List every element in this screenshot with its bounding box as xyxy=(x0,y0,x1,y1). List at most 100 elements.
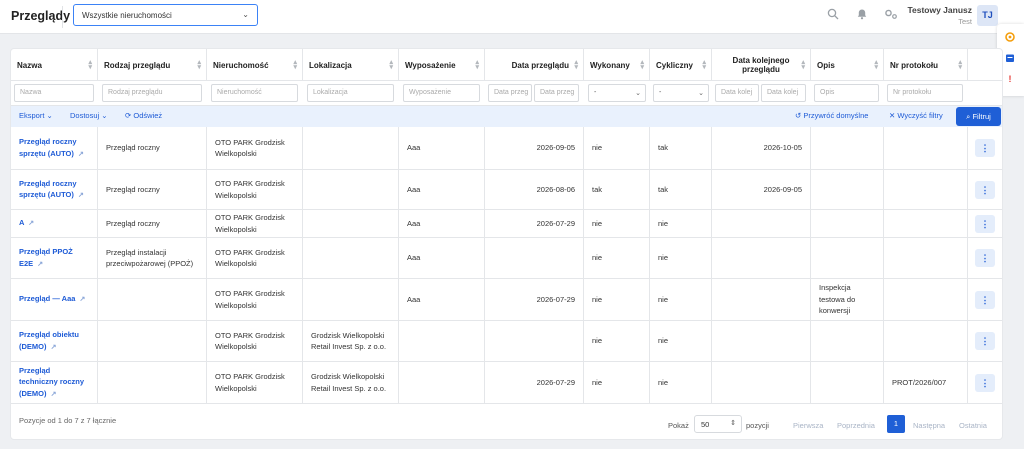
row-type: Przegląd roczny xyxy=(98,170,207,209)
filter-description-input[interactable]: Opis xyxy=(814,84,879,102)
row-date: 2026-07-29 xyxy=(485,210,584,237)
row-protocol xyxy=(884,170,968,209)
restore-defaults-button[interactable]: ↺ Przywróć domyślne xyxy=(795,111,868,120)
row-name-link[interactable]: A ↗ xyxy=(11,210,98,237)
row-actions-button[interactable]: ⋮ xyxy=(975,374,995,392)
filter-location-input[interactable]: Lokalizacja xyxy=(307,84,394,102)
page-next-button[interactable]: Następna xyxy=(913,421,945,430)
row-type: Przegląd roczny xyxy=(98,210,207,237)
property-select[interactable]: Wszystkie nieruchomości ⌄ xyxy=(73,4,258,26)
table-row: Przegląd — Aaa ↗ OTO PARK Grodzisk Wielk… xyxy=(11,279,1002,321)
filter-cyclic-select[interactable]: - ⌄ xyxy=(653,84,709,102)
sort-icon: ▴ ▾ xyxy=(197,59,201,71)
col-header-name[interactable]: Nazwa ▴ ▾ xyxy=(11,49,98,81)
row-cyclic: nie xyxy=(650,321,712,361)
top-bar: Przeglądy Wszystkie nieruchomości ⌄ Test… xyxy=(0,0,1024,34)
pagination-info: Pozycje od 1 do 7 z 7 łącznie xyxy=(19,416,117,425)
row-actions-button[interactable]: ⋮ xyxy=(975,181,995,199)
row-date: 2026-07-29 xyxy=(485,279,584,320)
filter-name-input[interactable]: Nazwa xyxy=(14,84,94,102)
row-type: Przegląd instalacji przeciwpożarowej (PP… xyxy=(98,238,207,278)
row-protocol: PROT/2026/007 xyxy=(884,362,968,403)
table-row: Przegląd roczny sprzętu (AUTO) ↗ Przeglą… xyxy=(11,127,1002,170)
page-last-button[interactable]: Ostatnia xyxy=(959,421,987,430)
calendar-icon[interactable] xyxy=(1005,53,1015,63)
customize-button[interactable]: Dostosuj ⌄ xyxy=(70,111,108,120)
row-description xyxy=(811,238,884,278)
filter-protocol-input[interactable]: Nr protokołu xyxy=(887,84,963,102)
gears-icon[interactable] xyxy=(884,8,898,22)
row-equipment: Aaa xyxy=(399,210,485,237)
row-actions-button[interactable]: ⋮ xyxy=(975,215,995,233)
bell-icon[interactable] xyxy=(855,8,869,22)
sort-icon: ▴ ▾ xyxy=(958,59,962,71)
search-icon[interactable] xyxy=(826,8,840,22)
alert-icon[interactable]: ! xyxy=(1005,74,1015,84)
row-name-link[interactable]: Przegląd roczny sprzętu (AUTO) ↗ xyxy=(11,127,98,169)
filter-next-date-from-input[interactable]: Data kolej xyxy=(715,84,759,102)
row-cyclic: tak xyxy=(650,127,712,169)
col-header-property[interactable]: Nieruchomość ▴ ▾ xyxy=(207,49,303,81)
col-header-equipment[interactable]: Wyposażenie ▴ ▾ xyxy=(399,49,485,81)
col-header-date[interactable]: Data przeglądu ▴ ▾ xyxy=(485,49,584,81)
row-actions-button[interactable]: ⋮ xyxy=(975,249,995,267)
col-header-type[interactable]: Rodzaj przeglądu ▴ ▾ xyxy=(98,49,207,81)
filter-equipment-input[interactable]: Wyposażenie xyxy=(403,84,480,102)
avatar[interactable]: TJ xyxy=(977,5,998,26)
row-name-link[interactable]: Przegląd obiektu (DEMO) ↗ xyxy=(11,321,98,361)
chevron-down-icon: ⌄ xyxy=(242,10,249,19)
filter-property-input[interactable]: Nieruchomość xyxy=(211,84,298,102)
col-header-location[interactable]: Lokalizacja ▴ ▾ xyxy=(303,49,399,81)
property-select-value: Wszystkie nieruchomości xyxy=(82,11,172,20)
col-header-description[interactable]: Opis ▴ ▾ xyxy=(811,49,884,81)
external-link-icon: ↗ xyxy=(79,296,86,304)
table-row: Przegląd roczny sprzętu (AUTO) ↗ Przeglą… xyxy=(11,170,1002,210)
external-link-icon: ↗ xyxy=(28,220,35,228)
filter-button[interactable]: ⌕ Filtruj xyxy=(956,107,1001,126)
close-icon: ✕ xyxy=(889,111,896,120)
col-header-next-date[interactable]: Data kolejnego przeglądu ▴ ▾ xyxy=(712,49,811,81)
row-done: nie xyxy=(584,127,650,169)
row-name-link[interactable]: Przegląd roczny sprzętu (AUTO) ↗ xyxy=(11,170,98,209)
col-header-done[interactable]: Wykonany ▴ ▾ xyxy=(584,49,650,81)
external-link-icon: ↗ xyxy=(50,343,57,351)
row-location: Grodzisk Wielkopolski Retail Invest Sp. … xyxy=(303,362,399,403)
row-type: Przegląd roczny xyxy=(98,127,207,169)
clear-filters-button[interactable]: ✕ Wyczyść filtry xyxy=(889,111,943,120)
widget-icon[interactable] xyxy=(1005,32,1015,42)
row-name-link[interactable]: Przegląd — Aaa ↗ xyxy=(11,279,98,320)
refresh-button[interactable]: ⟳ Odśwież xyxy=(125,111,162,120)
row-actions-button[interactable]: ⋮ xyxy=(975,291,995,309)
page-prev-button[interactable]: Poprzednia xyxy=(837,421,875,430)
table-row: A ↗ Przegląd roczny OTO PARK Grodzisk Wi… xyxy=(11,210,1002,238)
row-cyclic: tak xyxy=(650,170,712,209)
page-first-button[interactable]: Pierwsza xyxy=(793,421,823,430)
row-next-date xyxy=(712,210,811,237)
external-link-icon: ↗ xyxy=(37,260,44,268)
table-header: Nazwa ▴ ▾ Rodzaj przeglądu ▴ ▾ Nieruchomość ▴… xyxy=(11,49,1002,81)
page-size-select[interactable]: 50 ⇕ xyxy=(694,415,742,433)
filter-type-input[interactable]: Rodzaj przeglądu xyxy=(102,84,202,102)
row-protocol xyxy=(884,127,968,169)
row-actions-button[interactable]: ⋮ xyxy=(975,139,995,157)
row-name-link[interactable]: Przegląd PPOŻ E2E ↗ xyxy=(11,238,98,278)
row-cyclic: nie xyxy=(650,210,712,237)
filter-next-date-to-input[interactable]: Data kolej xyxy=(761,84,806,102)
col-header-protocol[interactable]: Nr protokołu ▴ ▾ xyxy=(884,49,968,81)
row-done: nie xyxy=(584,362,650,403)
row-cyclic: nie xyxy=(650,238,712,278)
row-equipment xyxy=(399,362,485,403)
col-header-cyclic[interactable]: Cykliczny ▴ ▾ xyxy=(650,49,712,81)
page-current-button[interactable]: 1 xyxy=(887,415,905,433)
row-actions-button[interactable]: ⋮ xyxy=(975,332,995,350)
row-location xyxy=(303,210,399,237)
export-button[interactable]: Eksport ⌄ xyxy=(19,111,53,120)
sort-icon: ▴ ▾ xyxy=(389,59,393,71)
chevron-updown-icon: ⇕ xyxy=(730,420,736,427)
filter-done-select[interactable]: - ⌄ xyxy=(588,84,646,102)
row-name-link[interactable]: Przegląd techniczny roczny (DEMO) ↗ xyxy=(11,362,98,403)
row-protocol xyxy=(884,210,968,237)
filter-date-to-input[interactable]: Data przeg xyxy=(534,84,579,102)
filter-date-from-input[interactable]: Data przeg xyxy=(488,84,532,102)
sort-icon: ▴ ▾ xyxy=(801,59,805,71)
